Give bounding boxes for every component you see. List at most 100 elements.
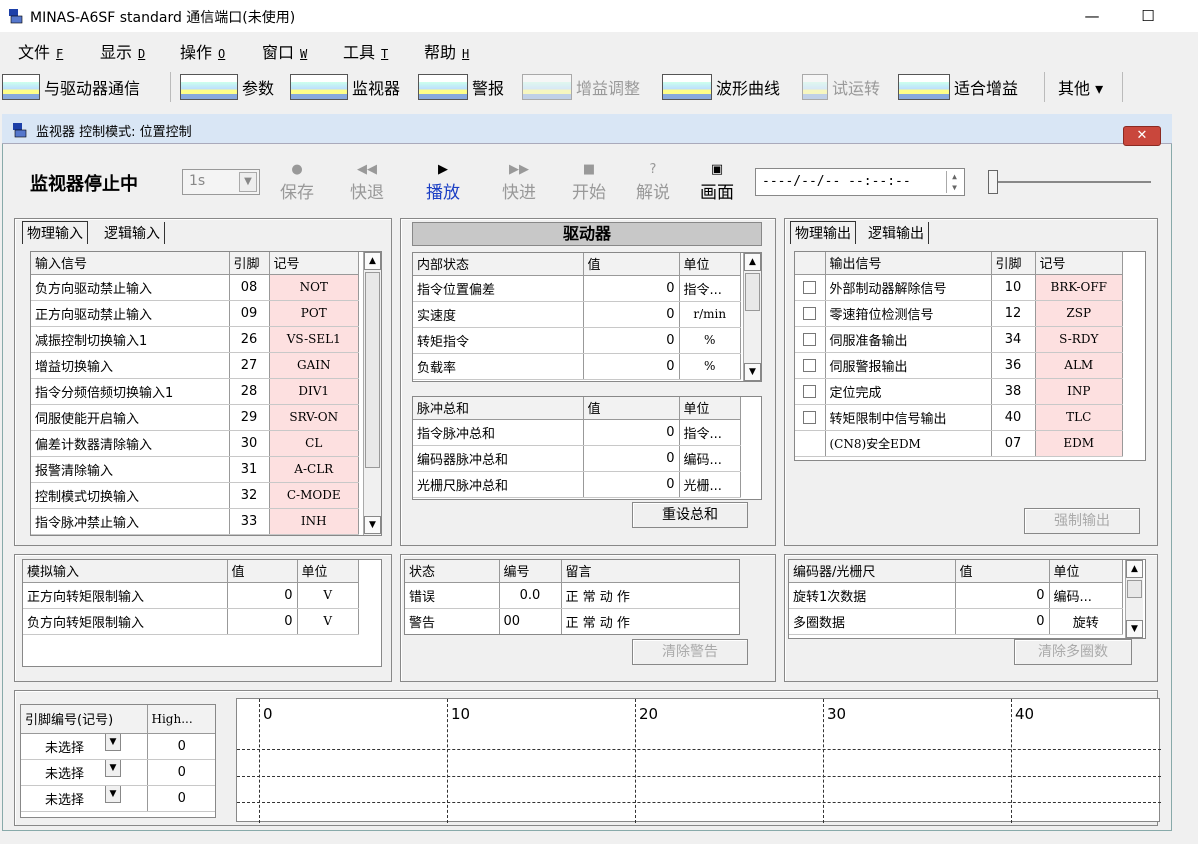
status-table: 状态 编号 留言 错误 0.0 正 常 动 作 警告 00 正 常 动 作 — [404, 559, 740, 635]
output-checkbox[interactable] — [803, 280, 817, 294]
output-checkbox[interactable] — [803, 410, 817, 424]
monitor-button[interactable]: 监视器 — [290, 71, 400, 103]
clear-warning-button[interactable]: 清除警告 — [632, 639, 748, 665]
rewind-icon: ◀◀ — [357, 162, 377, 177]
table-row: 警告 00 正 常 动 作 — [405, 608, 739, 634]
monitor-title-bar: 监视器 控制模式: 位置控制 — [2, 114, 1172, 144]
rewind-button[interactable]: ◀◀ 快退 — [342, 162, 392, 203]
scroll-thumb[interactable] — [1127, 580, 1142, 598]
comm-icon — [2, 74, 40, 100]
title-bar: MINAS-A6SF standard 通信端口(未使用) — ☐ — [0, 0, 1198, 32]
scroll-up-icon[interactable]: ▲ — [744, 253, 761, 271]
tick-label: 0 — [263, 705, 273, 723]
params-button[interactable]: 参数 — [180, 71, 274, 103]
start-button[interactable]: ■ 开始 — [564, 162, 614, 203]
trial-run-button[interactable]: 试运转 — [802, 71, 880, 103]
scroll-down-icon[interactable]: ▼ — [744, 363, 761, 381]
waveform-button[interactable]: 波形曲线 — [662, 71, 780, 103]
playback-slider-thumb[interactable] — [988, 170, 998, 194]
waveform-area[interactable]: 0 10 20 30 40 — [236, 698, 1161, 823]
signal-line — [237, 802, 1161, 803]
toolbar-separator — [1122, 72, 1123, 102]
menu-operation[interactable]: 操作 O — [180, 39, 225, 63]
internal-scrollbar[interactable]: ▲ ▼ — [743, 253, 761, 381]
pin-select[interactable]: 未选择 ▼ — [25, 759, 125, 782]
table-row: 负方向驱动禁止输入 08 NOT — [31, 274, 359, 301]
menu-window[interactable]: 窗口 W — [262, 39, 307, 63]
datetime-field[interactable]: ----/--/-- --:--:-- ▲ ▼ — [755, 168, 965, 196]
comm-button[interactable]: 与驱动器通信 — [2, 71, 140, 103]
output-checkbox[interactable] — [803, 306, 817, 320]
output-checkbox[interactable] — [803, 358, 817, 372]
clear-multiturn-button[interactable]: 清除多圈数 — [1014, 639, 1132, 665]
gain-adjust-button[interactable]: 增益调整 — [522, 71, 640, 103]
tab-logical-input[interactable]: 逻辑输入 — [100, 222, 165, 244]
monitor-window-title: 监视器 控制模式: 位置控制 — [36, 125, 192, 140]
chevron-down-icon: ▼ — [105, 733, 121, 751]
question-icon: ? — [649, 162, 657, 177]
tick-label: 40 — [1015, 705, 1035, 723]
table-row: 外部制动器解除信号 10 BRK-OFF — [795, 274, 1123, 301]
table-row: 控制模式切换输入 32 C-MODE — [31, 482, 359, 509]
tab-physical-input[interactable]: 物理输入 — [22, 221, 88, 244]
alarm-button[interactable]: 警报 — [418, 71, 504, 103]
scroll-up-icon[interactable]: ▲ — [1126, 560, 1143, 578]
table-row: 正方向转矩限制输入 0 V — [23, 582, 359, 609]
maximize-button[interactable]: ☐ — [1128, 4, 1168, 28]
table-row: 伺服警报输出 36 ALM — [795, 352, 1123, 379]
camera-icon: ▣ — [710, 162, 724, 177]
scroll-thumb[interactable] — [745, 273, 760, 311]
pulse-total-table: 脉冲总和值单位 指令脉冲总和 0 指令... 编码器脉冲总和 0 编码... 光栅尺脉冲… — [412, 396, 762, 500]
input-scrollbar[interactable]: ▲ ▼ — [363, 252, 381, 535]
playback-slider-track — [996, 181, 1151, 183]
other-button[interactable]: 其他 ▾ — [1058, 71, 1103, 103]
col-pin: 引脚 — [229, 252, 270, 275]
output-checkbox[interactable] — [803, 332, 817, 346]
scroll-down-icon[interactable]: ▼ — [1126, 620, 1143, 638]
tick-label: 30 — [827, 705, 847, 723]
signal-line — [237, 749, 1161, 750]
pin-select[interactable]: 未选择 ▼ — [25, 785, 125, 808]
monitor-icon — [290, 74, 348, 100]
pin-select[interactable]: 未选择 ▼ — [25, 733, 125, 756]
forward-button[interactable]: ▶▶ 快进 — [494, 162, 544, 203]
chevron-down-icon: ▼ — [105, 785, 121, 803]
play-button[interactable]: ▶ 播放 — [418, 162, 468, 203]
driver-header: 驱动器 — [412, 222, 762, 246]
table-row: 实速度 0 r/min — [413, 301, 741, 328]
scroll-up-icon[interactable]: ▲ — [364, 252, 381, 270]
minimize-button[interactable]: — — [1072, 4, 1112, 28]
close-button[interactable]: ✕ — [1123, 126, 1161, 146]
tab-physical-output[interactable]: 物理输出 — [790, 221, 856, 244]
explain-button[interactable]: ? 解说 — [628, 162, 678, 203]
tick-label: 20 — [639, 705, 659, 723]
table-row: 报警清除输入 31 A-CLR — [31, 456, 359, 483]
menu-display[interactable]: 显示 D — [100, 39, 145, 63]
fit-gain-button[interactable]: 适合增益 — [898, 71, 1018, 103]
alarm-icon — [418, 74, 468, 100]
save-button[interactable]: ● 保存 — [272, 162, 322, 203]
force-output-button[interactable]: 强制输出 — [1024, 508, 1140, 534]
menu-file[interactable]: 文件 F — [18, 39, 63, 63]
scroll-down-icon[interactable]: ▼ — [364, 516, 381, 534]
params-icon — [180, 74, 238, 100]
table-row: 伺服使能开启输入 29 SRV-ON — [31, 404, 359, 431]
pin-select-table: 引脚编号(记号) High... 未选择 ▼ 0 未选择 ▼ 0 未选择 ▼ 0 — [20, 704, 216, 818]
table-row: 转矩限制中信号输出 40 TLC — [795, 404, 1123, 431]
table-row: 正方向驱动禁止输入 09 POT — [31, 300, 359, 327]
table-row: 旋转1次数据 0 编码... — [789, 582, 1123, 609]
menu-help[interactable]: 帮助 H — [424, 39, 469, 63]
internal-status-table: 内部状态值单位 指令位置偏差 0 指令... 实速度 0 r/min 转矩指令 0% 负载… — [412, 252, 762, 382]
screenshot-button[interactable]: ▣ 画面 — [692, 162, 742, 203]
menu-tools[interactable]: 工具 T — [343, 39, 388, 63]
output-checkbox[interactable] — [803, 384, 817, 398]
scroll-thumb[interactable] — [365, 272, 380, 468]
play-icon: ▶ — [438, 162, 448, 177]
encoder-table: 编码器/光栅尺值单位 旋转1次数据 0 编码... 多圈数据 0 旋转 ▲ ▼ — [788, 559, 1146, 639]
encoder-scrollbar[interactable]: ▲ ▼ — [1125, 560, 1143, 638]
table-row: 伺服准备输出 34 S-RDY — [795, 326, 1123, 353]
reset-total-button[interactable]: 重设总和 — [632, 502, 748, 528]
tab-logical-output[interactable]: 逻辑输出 — [864, 222, 929, 244]
table-row: 未选择 ▼ 0 — [21, 785, 215, 812]
sample-rate-select[interactable]: 1s ▼ — [182, 169, 260, 195]
